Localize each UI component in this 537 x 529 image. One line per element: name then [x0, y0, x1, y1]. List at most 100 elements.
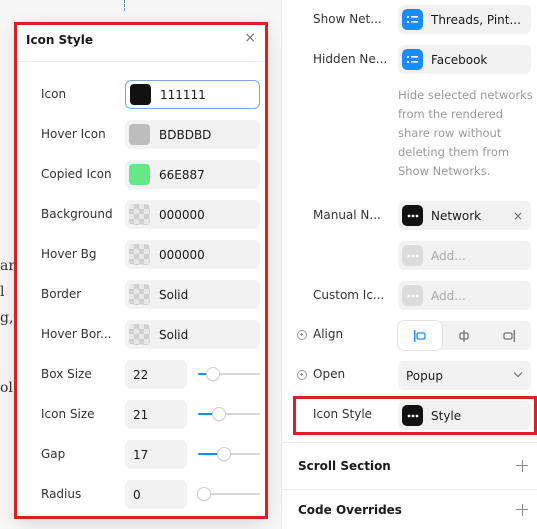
color-value: Solid [159, 327, 189, 342]
slider-thumb[interactable] [207, 368, 219, 380]
color-value: Solid [159, 287, 189, 302]
list-icon [402, 9, 423, 30]
manual-network-item[interactable]: Network × [398, 201, 531, 230]
plus-icon[interactable] [516, 503, 528, 516]
color-row-label: Background [41, 207, 113, 221]
color-row-label: Hover Bg [41, 247, 97, 261]
color-row-label: Hover Bor... [41, 327, 112, 341]
color-swatch[interactable] [129, 204, 150, 225]
color-value: BDBDBD [159, 127, 212, 142]
open-select[interactable]: Popup [398, 361, 531, 390]
color-swatch[interactable] [130, 84, 151, 105]
slider-thumb[interactable] [213, 408, 225, 420]
number-input[interactable]: 22 [125, 360, 187, 389]
icon-style-label: Icon Style [313, 407, 373, 421]
canvas-text-fragment: ar [0, 258, 16, 274]
color-value: 000000 [159, 247, 205, 262]
add-property-icon[interactable] [297, 330, 307, 340]
color-row-label: Border [41, 287, 82, 301]
list-icon [402, 49, 423, 70]
number-input[interactable]: 0 [125, 480, 187, 509]
number-input[interactable]: 17 [125, 440, 187, 469]
color-swatch[interactable] [129, 324, 150, 345]
section-code-overrides[interactable]: Code Overrides [282, 489, 537, 529]
property-panel: Show Net... Threads, Pint... Hidden Ne..… [281, 0, 537, 529]
popup-header: Icon Style × [14, 22, 268, 62]
dots-icon [402, 405, 423, 426]
show-networks-label: Show Net... [313, 12, 382, 26]
custom-icons-add[interactable]: Add... [398, 281, 531, 310]
chevron-down-icon [513, 368, 523, 378]
color-field[interactable]: 111111 [125, 80, 260, 109]
color-field[interactable]: 000000 [125, 240, 260, 269]
dots-icon [402, 285, 423, 306]
show-networks-value: Threads, Pint... [431, 12, 521, 27]
number-value: 17 [133, 447, 149, 462]
number-input[interactable]: 21 [125, 400, 187, 429]
color-value: 111111 [160, 87, 206, 102]
canvas-text-fragment: ol [0, 380, 13, 396]
number-row-label: Gap [41, 447, 66, 461]
slider[interactable] [198, 487, 260, 501]
close-icon[interactable]: × [244, 30, 256, 46]
slider[interactable] [198, 407, 260, 421]
color-field[interactable]: 66E887 [125, 160, 260, 189]
add-placeholder: Add... [431, 288, 466, 303]
plus-icon[interactable] [516, 459, 528, 472]
color-swatch[interactable] [129, 124, 150, 145]
color-swatch[interactable] [129, 244, 150, 265]
color-row-label: Copied Icon [41, 167, 112, 181]
manual-network-add[interactable]: Add... [398, 241, 531, 270]
number-value: 21 [133, 407, 149, 422]
number-row-label: Radius [41, 487, 82, 501]
align-segmented-control [398, 321, 531, 350]
slider-thumb[interactable] [198, 488, 210, 500]
align-center-button[interactable] [442, 321, 486, 350]
add-property-icon[interactable] [297, 370, 307, 380]
hidden-networks-field[interactable]: Facebook [398, 45, 531, 74]
number-value: 0 [133, 487, 141, 502]
dots-icon [402, 245, 423, 266]
remove-icon[interactable]: × [513, 209, 523, 223]
icon-style-popup: Icon Style × Icon 111111 Hover Icon BDBDBD C… [14, 22, 268, 519]
section-title: Code Overrides [298, 502, 402, 517]
number-row-label: Box Size [41, 367, 92, 381]
hidden-networks-label: Hidden Ne... [313, 52, 388, 66]
section-scroll[interactable]: Scroll Section [282, 442, 537, 488]
color-field[interactable]: BDBDBD [125, 120, 260, 149]
align-center-icon [459, 329, 470, 342]
popup-title: Icon Style [26, 33, 93, 47]
align-left-button[interactable] [398, 321, 443, 350]
slider[interactable] [198, 367, 260, 381]
icon-style-value: Style [431, 408, 462, 423]
manual-network-value: Network [431, 208, 482, 223]
slider[interactable] [198, 447, 260, 461]
canvas-text-fragment: l [0, 284, 5, 300]
add-placeholder: Add... [431, 248, 466, 263]
color-field[interactable]: 000000 [125, 200, 260, 229]
color-field[interactable]: Solid [125, 280, 260, 309]
section-title: Scroll Section [298, 458, 391, 473]
number-row-label: Icon Size [41, 407, 95, 421]
number-value: 22 [133, 367, 149, 382]
color-swatch[interactable] [129, 284, 150, 305]
color-value: 000000 [159, 207, 205, 222]
hidden-networks-value: Facebook [431, 52, 488, 67]
color-field[interactable]: Solid [125, 320, 260, 349]
custom-icons-label: Custom Ic... [313, 288, 385, 302]
open-label: Open [313, 367, 346, 381]
manual-networks-label: Manual N... [313, 208, 381, 222]
dots-icon [402, 205, 423, 226]
open-value: Popup [406, 368, 443, 383]
hidden-networks-help: Hide selected networks from the rendered… [398, 88, 533, 178]
slider-thumb[interactable] [218, 448, 230, 460]
color-value: 66E887 [159, 167, 205, 182]
color-swatch[interactable] [129, 164, 150, 185]
color-row-label: Hover Icon [41, 127, 106, 141]
align-right-button[interactable] [487, 321, 531, 350]
icon-style-field[interactable]: Style [398, 401, 531, 430]
align-right-icon [503, 329, 515, 342]
align-label: Align [313, 327, 344, 341]
color-row-label: Icon [41, 87, 67, 101]
show-networks-field[interactable]: Threads, Pint... [398, 5, 531, 34]
